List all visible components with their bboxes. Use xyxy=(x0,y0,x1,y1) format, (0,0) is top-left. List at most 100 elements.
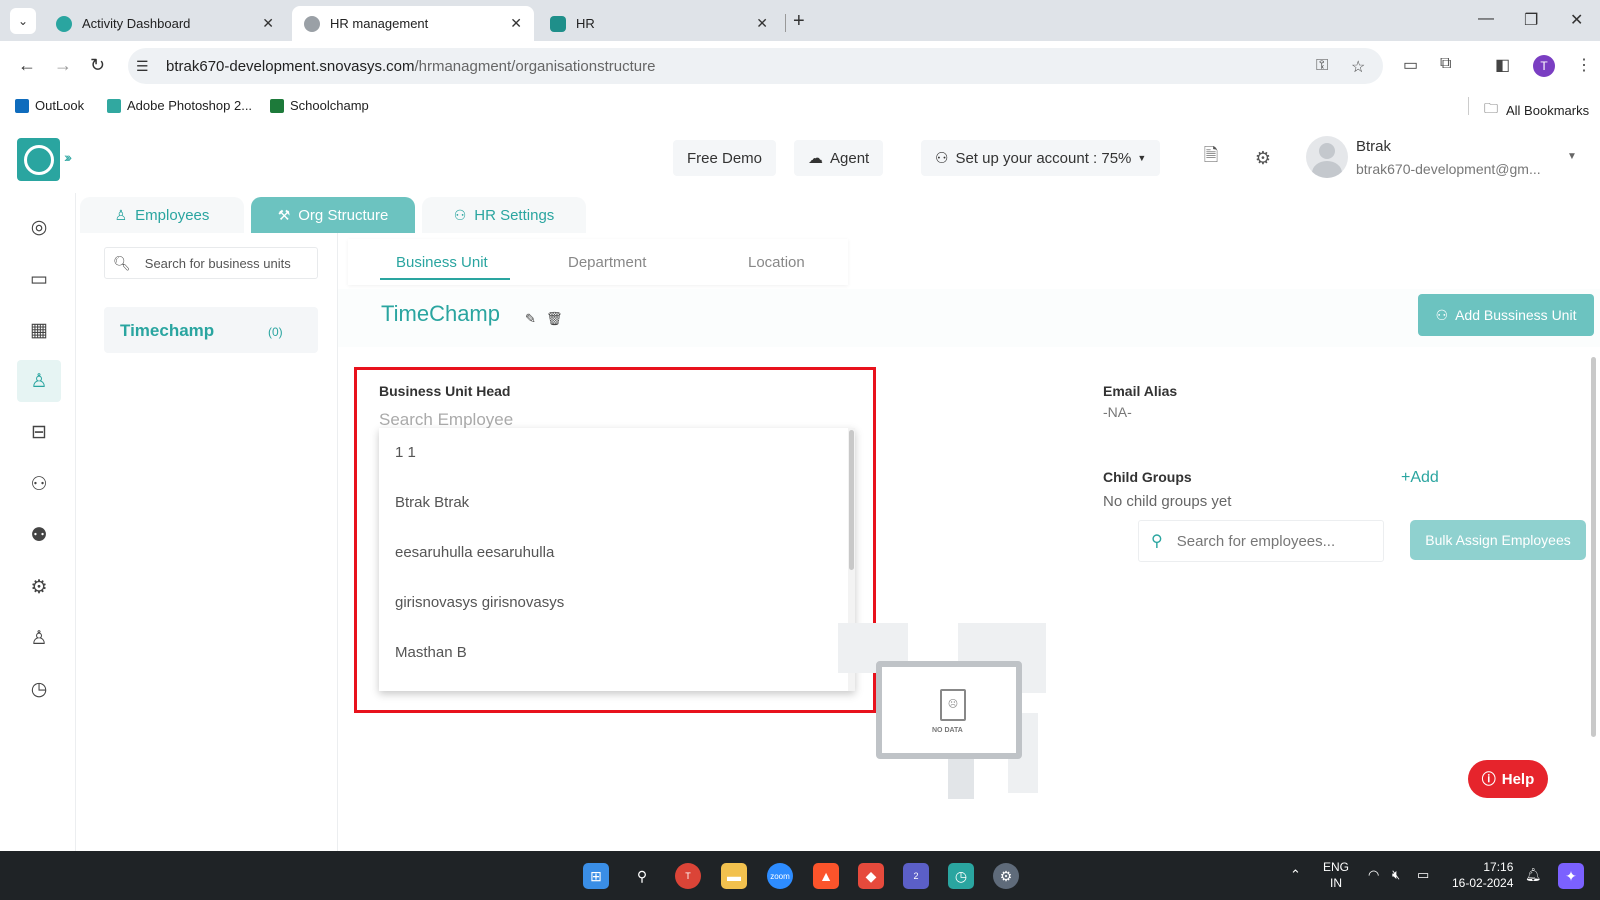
sidebar-calendar-icon[interactable]: ▦ xyxy=(17,309,61,351)
expand-sidebar-icon[interactable]: ››› xyxy=(64,149,72,165)
tray-chevron-up-icon[interactable]: ⌃ xyxy=(1290,867,1301,883)
bulk-assign-employees-button[interactable]: Bulk Assign Employees xyxy=(1410,520,1586,560)
timechamp-logo[interactable] xyxy=(17,138,60,181)
bookmark-schoolchamp[interactable]: Schoolchamp xyxy=(270,98,369,113)
tab-employees[interactable]: ♙ Employees xyxy=(80,197,244,233)
timechamp-favicon-icon xyxy=(56,15,72,32)
browser-tab-hr[interactable]: HR ✕ xyxy=(538,6,780,41)
close-tab-icon[interactable]: ✕ xyxy=(510,15,522,32)
teams-icon[interactable]: 2 xyxy=(903,863,929,889)
clock[interactable]: 17:16 16-02-2024 xyxy=(1452,859,1513,891)
new-tab-icon[interactable]: + xyxy=(793,10,805,33)
password-key-icon[interactable]: ⚿ xyxy=(1316,57,1328,75)
anydesk-icon[interactable]: ◆ xyxy=(858,863,884,889)
user-search-icon: ⚲ xyxy=(1151,533,1163,550)
question-icon: ⓘ xyxy=(1481,771,1496,787)
user-menu-caret-icon[interactable]: ▼ xyxy=(1567,151,1577,162)
browser-menu-icon[interactable]: ⋮ xyxy=(1576,55,1592,75)
mute-volume-icon[interactable]: 🔇︎ xyxy=(1392,867,1400,883)
cast-icon[interactable]: ▭ xyxy=(1403,55,1418,75)
back-icon[interactable]: ← xyxy=(18,55,36,76)
tab-org-structure[interactable]: ⚒ Org Structure xyxy=(251,197,415,233)
user-avatar[interactable] xyxy=(1306,136,1348,178)
browser-toolbar: ← → ↻ ☰ btrak670-development.snovasys.co… xyxy=(0,41,1600,91)
email-alias-value: -NA- xyxy=(1103,404,1132,420)
outlook-icon xyxy=(15,98,29,113)
clock-logo-icon xyxy=(23,144,54,175)
copilot-icon[interactable]: ✦ xyxy=(1558,863,1584,889)
tab-hr-settings[interactable]: ⚇ HR Settings xyxy=(422,197,586,233)
edit-icon[interactable]: ✎ xyxy=(525,311,536,327)
free-demo-button[interactable]: Free Demo xyxy=(673,140,777,176)
extensions-icon[interactable]: ⧉ xyxy=(1440,55,1451,73)
subtab-department[interactable]: Department xyxy=(568,254,646,271)
tab-search-icon[interactable]: ⌄ xyxy=(10,8,36,34)
language-indicator[interactable]: ENG IN xyxy=(1323,859,1349,891)
search-icon: 🔍︎ xyxy=(113,254,131,271)
brave-icon[interactable]: ▲ xyxy=(813,863,839,889)
site-info-icon[interactable]: ☰ xyxy=(136,58,149,75)
help-button[interactable]: ⓘ Help xyxy=(1468,760,1548,798)
browser-tab-activity-dashboard[interactable]: Activity Dashboard ✕ xyxy=(44,6,286,41)
setup-account-dropdown[interactable]: ⚇ Set up your account : 75% ▼ xyxy=(921,140,1161,176)
settings-gear-icon[interactable]: ⚙ xyxy=(993,863,1019,889)
forward-icon[interactable]: → xyxy=(54,55,72,76)
timechamp-icon[interactable]: ◷ xyxy=(948,863,974,889)
close-tab-icon[interactable]: ✕ xyxy=(262,15,274,32)
globe-favicon-icon xyxy=(304,15,320,32)
active-tab-underline xyxy=(380,278,510,280)
chrome-icon[interactable]: T xyxy=(675,863,701,889)
add-child-group-link[interactable]: +Add xyxy=(1401,469,1439,487)
side-panel-icon[interactable]: ◧ xyxy=(1495,55,1510,75)
subtab-business-unit[interactable]: Business Unit xyxy=(396,254,488,271)
reload-icon[interactable]: ↻ xyxy=(90,55,105,76)
close-tab-icon[interactable]: ✕ xyxy=(756,15,768,32)
business-unit-detail: Business Unit Department Location TimeCh… xyxy=(338,233,1600,851)
sidebar-team-icon[interactable]: ⚉ xyxy=(17,514,61,556)
battery-icon[interactable]: ▭ xyxy=(1417,867,1429,883)
browser-tab-hr-management[interactable]: HR management ✕ xyxy=(292,6,534,41)
notification-bell-icon[interactable]: 🔔︎ xyxy=(1525,867,1542,883)
sidebar-alarm-icon[interactable]: ◷ xyxy=(17,668,61,710)
wifi-icon[interactable]: ◠ xyxy=(1368,867,1379,883)
sidebar-dashboard-icon[interactable]: ◎ xyxy=(17,206,61,248)
sidebar-hr-user-icon[interactable]: ♙ xyxy=(17,360,61,402)
folder-icon: 🗀 xyxy=(1484,100,1498,116)
document-icon[interactable]: 🗎 xyxy=(1193,140,1229,176)
main-scrollbar[interactable] xyxy=(1589,351,1598,851)
url-text[interactable]: btrak670-development.snovasys.com/hrmana… xyxy=(166,58,655,75)
sidebar-profile-icon[interactable]: ♙ xyxy=(17,617,61,659)
restore-icon[interactable]: ❐ xyxy=(1524,10,1538,30)
business-unit-search-input[interactable]: 🔍︎ Search for business units xyxy=(104,247,318,279)
add-business-unit-button[interactable]: ⚇ Add Bussiness Unit xyxy=(1418,294,1594,336)
bookmark-outlook[interactable]: OutLook xyxy=(15,98,84,113)
agent-button[interactable]: ☁ Agent xyxy=(794,140,884,176)
unit-title: TimeChamp xyxy=(381,301,500,326)
close-window-icon[interactable]: ✕ xyxy=(1570,10,1583,30)
highlight-box xyxy=(354,367,876,713)
employee-search-input[interactable]: ⚲ Search for employees... xyxy=(1138,520,1384,562)
bookmarks-bar: OutLook Adobe Photoshop 2... Schoolchamp… xyxy=(0,91,1600,121)
profile-avatar[interactable]: T xyxy=(1533,55,1555,77)
sidebar-briefcase-icon[interactable]: ⊟ xyxy=(17,411,61,453)
org-sub-tabs: Business Unit Department Location xyxy=(348,239,848,285)
address-bar[interactable]: ☰ btrak670-development.snovasys.com/hrma… xyxy=(128,48,1383,84)
subtab-location[interactable]: Location xyxy=(748,254,805,271)
all-bookmarks[interactable]: 🗀 All Bookmarks xyxy=(1484,98,1589,122)
browser-tab-bar: ⌄ Activity Dashboard ✕ HR management ✕ H… xyxy=(0,0,1600,41)
business-unit-item-timechamp[interactable]: Timechamp (0) xyxy=(104,307,318,353)
delete-trash-icon[interactable]: 🗑︎ xyxy=(546,311,563,327)
sidebar-users-icon[interactable]: ⚇ xyxy=(17,463,61,505)
file-explorer-icon[interactable]: ▬ xyxy=(721,863,747,889)
settings-gear-icon[interactable]: ⚙ xyxy=(1245,140,1281,176)
bookmark-photoshop[interactable]: Adobe Photoshop 2... xyxy=(107,98,252,113)
sidebar-tv-icon[interactable]: ▭ xyxy=(17,258,61,300)
sharepoint-favicon-icon xyxy=(550,15,566,32)
bookmark-star-icon[interactable]: ☆ xyxy=(1351,57,1365,77)
photoshop-icon xyxy=(107,98,121,113)
search-icon[interactable]: ⚲ xyxy=(629,863,655,889)
minimize-icon[interactable]: — xyxy=(1478,10,1494,28)
zoom-icon[interactable]: zoom xyxy=(767,863,793,889)
windows-start-icon[interactable]: ⊞ xyxy=(583,863,609,889)
sidebar-settings-icon[interactable]: ⚙ xyxy=(17,566,61,608)
